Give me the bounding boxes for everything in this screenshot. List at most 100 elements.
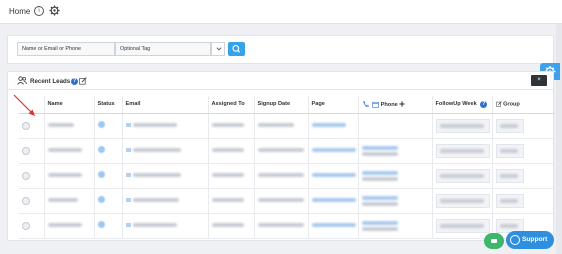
edit-icon[interactable] xyxy=(495,101,502,107)
cell-followup-week[interactable] xyxy=(431,188,492,214)
column-header-status[interactable]: Status xyxy=(93,96,122,114)
support-label: Support xyxy=(522,236,548,243)
blurred-assignee xyxy=(211,172,244,177)
recent-leads-title: Recent Leads xyxy=(30,78,71,85)
column-header-followup-week[interactable]: FollowUp Week ? xyxy=(431,96,492,114)
cell-name[interactable] xyxy=(43,163,94,189)
help-icon[interactable]: ? xyxy=(480,100,488,108)
column-header-signup-date[interactable]: Signup Date xyxy=(253,96,308,114)
table-row[interactable] xyxy=(19,138,555,164)
close-button[interactable]: × xyxy=(531,75,547,86)
row-select-circle[interactable] xyxy=(22,221,30,230)
cell-followup-week[interactable] xyxy=(431,213,492,239)
column-header-phone[interactable]: Phone xyxy=(357,96,432,114)
cell-name[interactable] xyxy=(43,188,94,214)
tag-dropdown-toggle[interactable] xyxy=(211,42,225,56)
group-select[interactable] xyxy=(495,118,524,133)
cell-group[interactable] xyxy=(491,163,555,189)
cell-followup-week[interactable] xyxy=(431,138,492,164)
followup-week-select[interactable] xyxy=(435,168,490,183)
cell-phone[interactable] xyxy=(357,138,432,164)
row-select[interactable] xyxy=(19,188,44,214)
blurred-page xyxy=(311,222,356,227)
cell-page[interactable] xyxy=(307,163,358,189)
info-icon[interactable]: i xyxy=(34,6,44,16)
blurred-phone xyxy=(361,195,398,200)
cell-phone[interactable] xyxy=(357,113,432,139)
email-icon xyxy=(125,172,131,177)
cell-email[interactable] xyxy=(121,188,208,214)
plus-icon[interactable] xyxy=(399,101,405,107)
edit-icon[interactable] xyxy=(79,77,87,85)
table-row[interactable] xyxy=(19,113,555,139)
column-header-assigned-to[interactable]: Assigned To xyxy=(207,96,254,114)
help-icon[interactable]: ? xyxy=(71,78,78,85)
blurred-week xyxy=(439,173,484,178)
row-select-circle[interactable] xyxy=(22,171,30,180)
blurred-name xyxy=(47,147,82,152)
table-row[interactable] xyxy=(19,188,555,214)
cell-followup-week[interactable] xyxy=(431,113,492,139)
cell-phone[interactable] xyxy=(357,163,432,189)
email-icon xyxy=(125,197,131,202)
blurred-name xyxy=(47,172,82,177)
cell-page[interactable] xyxy=(307,113,358,139)
row-select[interactable] xyxy=(19,138,44,164)
cell-page[interactable] xyxy=(307,213,358,239)
cell-group[interactable] xyxy=(491,188,555,214)
cell-group[interactable] xyxy=(491,138,555,164)
cell-signup-date xyxy=(253,138,308,164)
cell-phone[interactable] xyxy=(357,188,432,214)
group-select[interactable] xyxy=(495,143,524,158)
blurred-phone xyxy=(361,220,398,225)
followup-week-select[interactable] xyxy=(435,193,490,208)
blurred-week xyxy=(439,123,484,128)
column-header-group[interactable]: Group xyxy=(491,96,555,114)
row-select-circle[interactable] xyxy=(22,121,30,130)
blurred-email xyxy=(132,197,179,202)
support-button[interactable]: Support xyxy=(506,231,554,249)
search-button[interactable] xyxy=(228,42,245,56)
blurred-assignee xyxy=(211,122,244,127)
row-select[interactable] xyxy=(19,163,44,189)
phone-numbers xyxy=(361,220,398,231)
group-select[interactable] xyxy=(495,193,524,208)
column-header-email[interactable]: Email xyxy=(121,96,208,114)
email-icon xyxy=(125,147,131,152)
blurred-group xyxy=(499,148,518,153)
followup-week-select[interactable] xyxy=(435,118,490,133)
search-input[interactable]: Name or Email or Phone xyxy=(17,42,115,56)
cell-email[interactable] xyxy=(121,213,208,239)
row-select-circle[interactable] xyxy=(22,196,30,205)
recent-leads-header: Recent Leads ? × xyxy=(8,72,555,90)
table-row[interactable] xyxy=(19,213,555,239)
phone-numbers xyxy=(361,170,398,181)
cell-email[interactable] xyxy=(121,163,208,189)
row-select[interactable] xyxy=(19,213,44,239)
cell-email[interactable] xyxy=(121,138,208,164)
chat-button[interactable] xyxy=(484,233,504,249)
cell-page[interactable] xyxy=(307,138,358,164)
cell-phone[interactable] xyxy=(357,213,432,239)
row-select-circle[interactable] xyxy=(22,146,30,155)
cell-group[interactable] xyxy=(491,113,555,139)
annotation-arrow xyxy=(13,94,35,116)
column-header-name[interactable]: Name xyxy=(43,96,94,114)
gear-icon[interactable] xyxy=(49,5,60,16)
chat-icon xyxy=(491,239,497,243)
cell-followup-week[interactable] xyxy=(431,163,492,189)
followup-week-select[interactable] xyxy=(435,143,490,158)
tag-select[interactable]: Optional Tag xyxy=(115,42,211,56)
blurred-phone xyxy=(361,170,398,175)
column-header-page[interactable]: Page xyxy=(307,96,358,114)
cell-name[interactable] xyxy=(43,138,94,164)
table-row[interactable] xyxy=(19,163,555,189)
blurred-date xyxy=(257,222,304,227)
followup-week-select[interactable] xyxy=(435,218,490,233)
cell-name[interactable] xyxy=(43,213,94,239)
cell-name[interactable] xyxy=(43,113,94,139)
cell-page[interactable] xyxy=(307,188,358,214)
blurred-page xyxy=(311,122,346,127)
group-select[interactable] xyxy=(495,168,524,183)
cell-email[interactable] xyxy=(121,113,208,139)
